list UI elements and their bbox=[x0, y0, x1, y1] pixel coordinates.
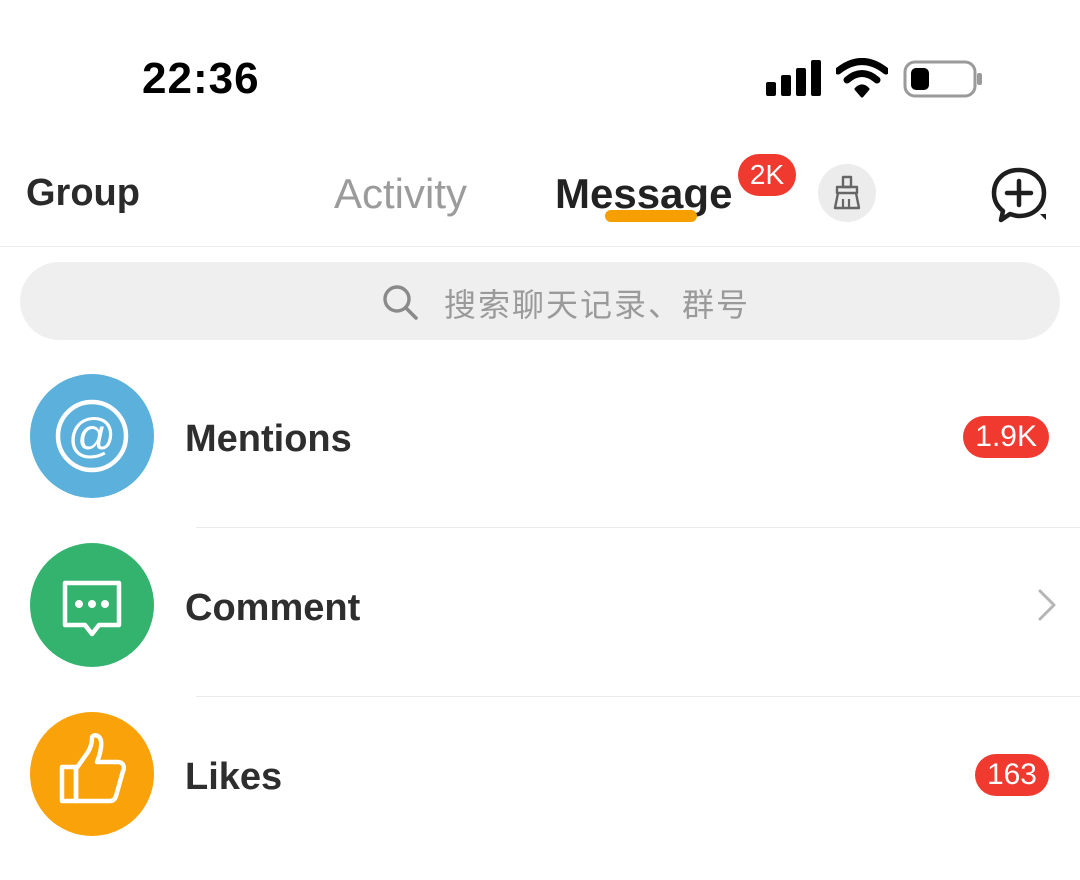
message-unread-badge: 2K bbox=[738, 154, 796, 196]
speech-bubble-icon bbox=[62, 580, 122, 637]
tab-activity[interactable]: Activity bbox=[334, 170, 467, 218]
active-tab-indicator bbox=[605, 210, 697, 222]
mentions-unread-badge: 1.9K bbox=[963, 416, 1049, 458]
likes-avatar bbox=[30, 712, 154, 836]
chat-plus-icon[interactable] bbox=[990, 166, 1048, 224]
battery-icon bbox=[903, 60, 982, 98]
search-input[interactable]: 搜索聊天记录、群号 bbox=[20, 262, 1060, 340]
comment-avatar bbox=[30, 543, 154, 667]
cellular-signal-icon bbox=[766, 60, 821, 96]
list-item-likes[interactable]: Likes 163 bbox=[0, 712, 1080, 880]
wifi-icon bbox=[836, 58, 888, 98]
at-sign-icon: @ bbox=[55, 399, 129, 473]
divider bbox=[196, 696, 1080, 697]
search-placeholder: 搜索聊天记录、群号 bbox=[444, 286, 751, 324]
divider bbox=[196, 527, 1080, 528]
search-icon bbox=[383, 285, 418, 320]
list-item-comment[interactable]: Comment bbox=[0, 543, 1080, 711]
top-nav: Group Activity Message 2K bbox=[0, 140, 1080, 247]
likes-unread-badge: 163 bbox=[974, 754, 1049, 796]
mentions-label: Mentions bbox=[185, 418, 352, 460]
mentions-avatar: @ bbox=[30, 374, 154, 498]
svg-text:@: @ bbox=[68, 410, 117, 463]
thumbs-up-icon bbox=[59, 733, 127, 804]
list-item-mentions[interactable]: @ Mentions 1.9K bbox=[0, 374, 1080, 542]
clear-unread-button[interactable] bbox=[818, 164, 876, 222]
status-bar: 22:36 bbox=[0, 0, 1080, 130]
group-button[interactable]: Group bbox=[26, 172, 140, 215]
chevron-right-icon bbox=[1038, 589, 1056, 621]
status-time: 22:36 bbox=[142, 54, 260, 103]
likes-label: Likes bbox=[185, 756, 283, 798]
comment-label: Comment bbox=[185, 587, 361, 629]
broom-icon bbox=[833, 175, 861, 210]
